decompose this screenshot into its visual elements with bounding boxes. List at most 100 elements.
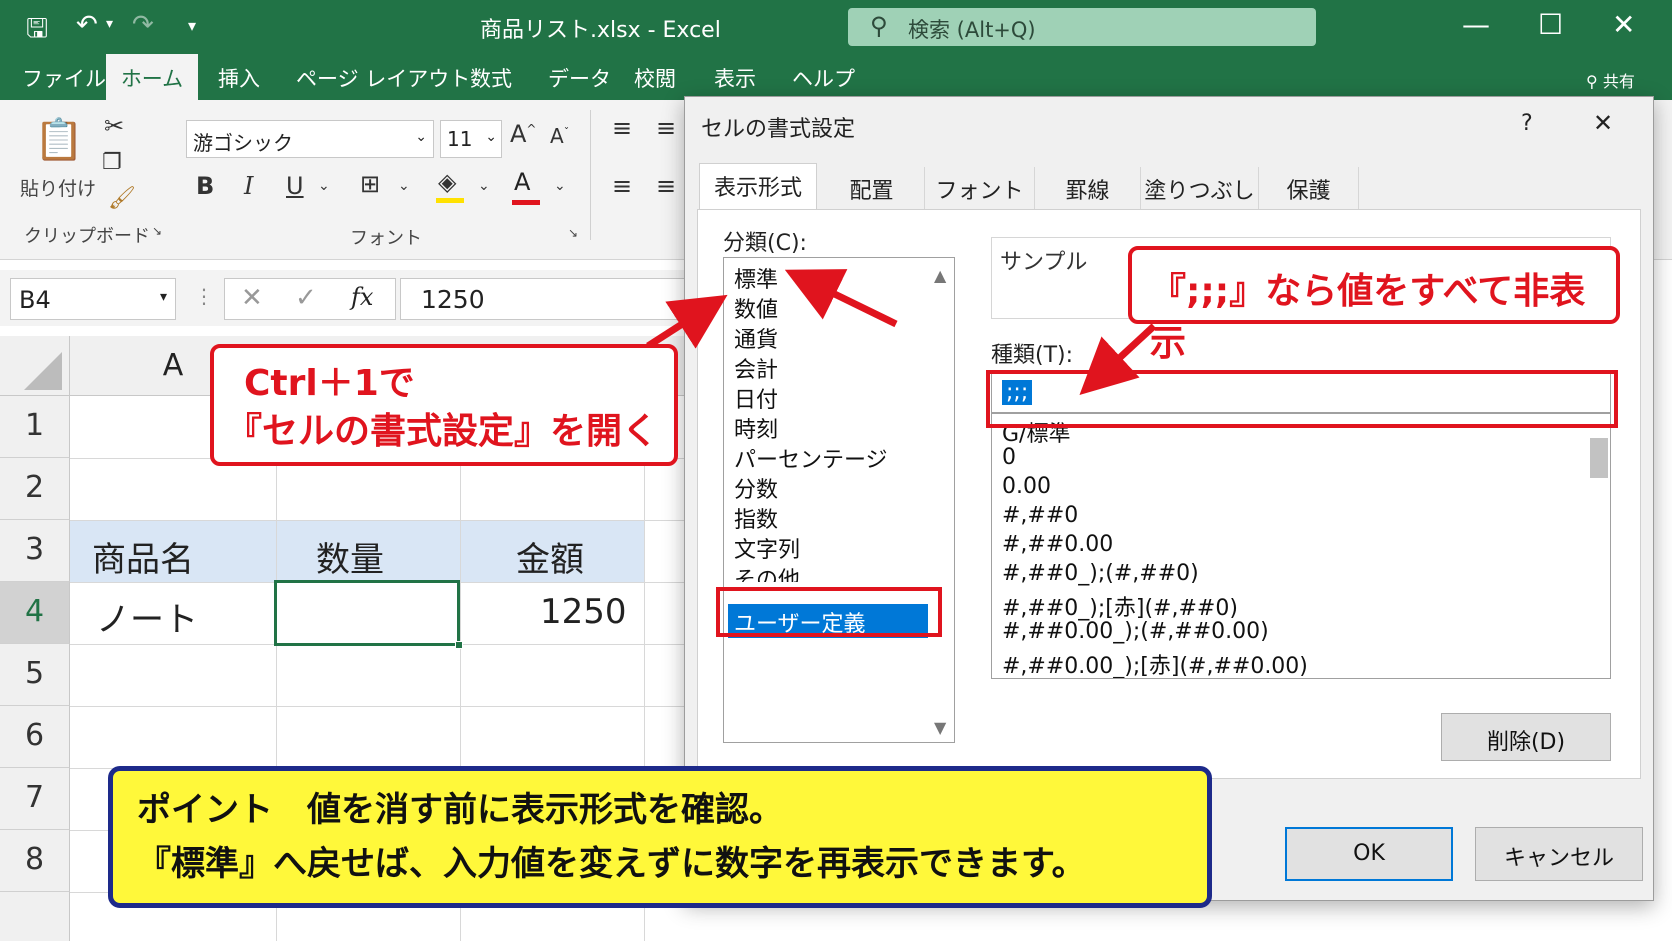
row-header-3[interactable]: 3	[0, 520, 70, 582]
italic-button[interactable]: I	[244, 172, 253, 200]
fill-handle[interactable]	[455, 641, 463, 649]
paste-label[interactable]: 貼り付け	[20, 174, 96, 201]
shrink-font-icon[interactable]: Aˇ	[550, 124, 569, 148]
type-list[interactable]: G/標準 0 0.00 #,##0 #,##0.00 #,##0_);(#,##…	[991, 413, 1611, 679]
category-item[interactable]: 数値	[734, 292, 778, 324]
copy-icon[interactable]: ❐	[102, 150, 122, 175]
row-header-1[interactable]: 1	[0, 396, 70, 458]
undo-icon[interactable]: ↶	[76, 10, 98, 40]
cell-b4-selected[interactable]	[274, 580, 463, 649]
minimize-icon[interactable]: —	[1462, 8, 1490, 41]
maximize-icon[interactable]: ☐	[1538, 8, 1563, 41]
paste-icon[interactable]: 📋	[34, 116, 84, 163]
type-item[interactable]: #,##0.00_);(#,##0.00)	[1002, 619, 1269, 644]
fill-color-icon[interactable]: ◈	[438, 168, 456, 196]
category-item[interactable]: 会計	[734, 352, 778, 384]
category-item[interactable]: 時刻	[734, 412, 778, 444]
cell-c4[interactable]: 1250	[540, 592, 627, 632]
confirm-edit-icon[interactable]: ✓	[295, 283, 317, 313]
category-item[interactable]: 分数	[734, 472, 778, 504]
category-item[interactable]: 日付	[734, 382, 778, 414]
undo-dropdown-icon[interactable]: ▾	[106, 16, 113, 32]
tab-insert[interactable]: 挿入	[218, 63, 260, 93]
tab-page-layout[interactable]: ページ レイアウト	[296, 63, 470, 93]
cut-icon[interactable]: ✂	[104, 112, 124, 140]
tab-file[interactable]: ファイル	[22, 63, 106, 93]
category-item[interactable]: 標準	[734, 262, 778, 294]
cell-c3[interactable]: 金額	[516, 532, 584, 581]
font-launcher-icon[interactable]: ↘	[568, 226, 578, 240]
insert-function-icon[interactable]: fx	[351, 283, 373, 311]
category-list[interactable]: 標準 数値 通貨 会計 日付 時刻 パーセンテージ 分数 指数 文字列 その他 …	[723, 257, 955, 743]
row-header-6[interactable]: 6	[0, 706, 70, 768]
type-item[interactable]: #,##0_);[赤](#,##0)	[1002, 590, 1238, 622]
align-left-icon[interactable]: ≡	[612, 172, 632, 200]
row-header-9[interactable]	[0, 892, 70, 941]
formula-input[interactable]: 1250	[400, 278, 690, 320]
row-header-8[interactable]: 8	[0, 830, 70, 892]
font-size-select[interactable]: 11 ⌄	[440, 120, 502, 158]
type-item[interactable]: 0.00	[1002, 474, 1051, 499]
tab-review[interactable]: 校閲	[634, 63, 676, 93]
type-item[interactable]: #,##0_);(#,##0)	[1002, 561, 1199, 586]
type-item[interactable]: #,##0.00	[1002, 532, 1113, 557]
tab-data[interactable]: データ	[548, 63, 611, 93]
tab-font[interactable]: フォント	[925, 167, 1035, 209]
scrollbar-thumb[interactable]	[1590, 438, 1608, 478]
save-icon[interactable]: 🖫	[26, 10, 48, 54]
category-item[interactable]: その他	[734, 562, 800, 582]
chevron-down-icon[interactable]: ⌄	[318, 178, 330, 194]
category-item[interactable]: 通貨	[734, 322, 778, 354]
clipboard-launcher-icon[interactable]: ↘	[152, 224, 162, 238]
tab-view[interactable]: 表示	[714, 63, 756, 93]
tab-number-format[interactable]: 表示形式	[699, 163, 817, 209]
tab-home[interactable]: ホーム	[106, 54, 198, 100]
align-top-icon[interactable]: ≡	[612, 114, 632, 142]
dialog-close-button[interactable]: ✕	[1593, 109, 1613, 137]
chevron-down-icon[interactable]: ⌄	[398, 178, 410, 194]
row-header-7[interactable]: 7	[0, 768, 70, 830]
share-button[interactable]: ⚲ 共有	[1586, 68, 1635, 92]
category-item[interactable]: 指数	[734, 502, 778, 534]
bold-button[interactable]: B	[196, 172, 214, 200]
type-item[interactable]: #,##0.00_);[赤](#,##0.00)	[1002, 648, 1308, 678]
scroll-up-icon[interactable]: ▲	[934, 266, 946, 285]
tab-border[interactable]: 罫線	[1035, 167, 1141, 209]
cancel-edit-icon[interactable]: ✕	[241, 283, 263, 313]
font-name-select[interactable]: 游ゴシック ⌄	[186, 120, 434, 158]
close-window-icon[interactable]: ✕	[1612, 8, 1635, 41]
cell-b3[interactable]: 数量	[316, 532, 384, 581]
tab-fill[interactable]: 塗りつぶし	[1141, 167, 1259, 209]
row-header-2[interactable]: 2	[0, 458, 70, 520]
select-all-corner[interactable]	[0, 336, 70, 396]
format-painter-icon[interactable]: 🖌	[108, 186, 136, 211]
scroll-down-icon[interactable]: ▼	[934, 718, 946, 737]
cell-a3[interactable]: 商品名	[92, 532, 194, 581]
cancel-button[interactable]: キャンセル	[1475, 827, 1643, 881]
chevron-down-icon[interactable]: ⌄	[478, 178, 490, 194]
search-box[interactable]: ⚲ 検索 (Alt+Q)	[848, 8, 1316, 46]
underline-button[interactable]: U	[286, 172, 304, 200]
help-button[interactable]: ?	[1521, 111, 1533, 136]
cell-a4[interactable]: ノート	[96, 592, 198, 641]
name-box[interactable]: B4 ▾	[10, 278, 176, 320]
type-item[interactable]: #,##0	[1002, 503, 1078, 528]
align-center-icon[interactable]: ≡	[656, 172, 676, 200]
type-item[interactable]: 0	[1002, 445, 1016, 470]
customize-qat-icon[interactable]: ▾	[188, 16, 196, 35]
category-item[interactable]: 文字列	[734, 532, 800, 564]
tab-help[interactable]: ヘルプ	[792, 63, 855, 93]
font-color-icon[interactable]: A	[514, 168, 530, 196]
row-header-5[interactable]: 5	[0, 644, 70, 706]
borders-icon[interactable]: ⊞	[360, 170, 380, 198]
ok-button[interactable]: OK	[1285, 827, 1453, 881]
tab-formulas[interactable]: 数式	[470, 63, 512, 93]
align-middle-icon[interactable]: ≡	[656, 114, 676, 142]
grow-font-icon[interactable]: A^	[510, 120, 536, 148]
tab-protection[interactable]: 保護	[1259, 167, 1359, 209]
chevron-down-icon[interactable]: ⌄	[554, 178, 566, 194]
delete-button[interactable]: 削除(D)	[1441, 713, 1611, 761]
row-header-4[interactable]: 4	[0, 582, 70, 644]
redo-icon[interactable]: ↷	[132, 10, 154, 40]
tab-alignment[interactable]: 配置	[819, 167, 925, 209]
